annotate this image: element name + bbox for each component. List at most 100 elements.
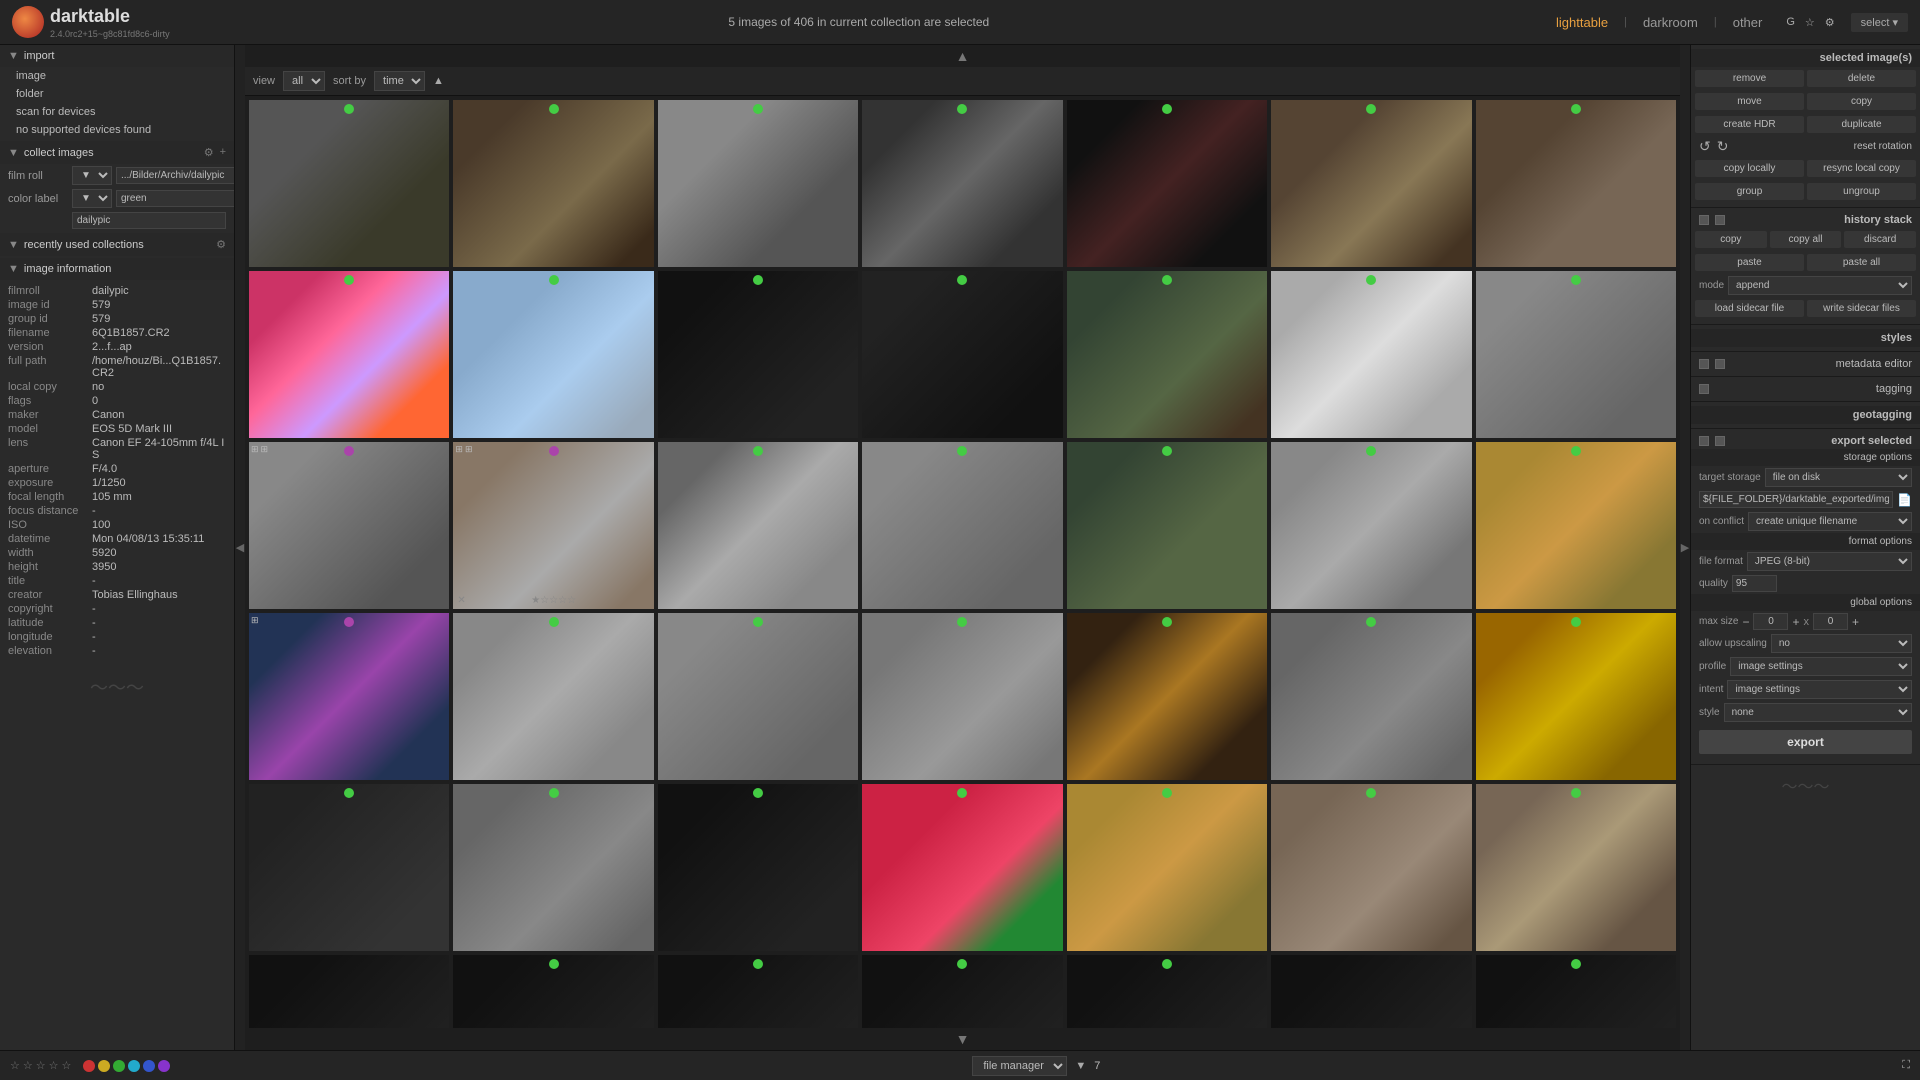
target-storage-select[interactable]: file on disk <box>1765 468 1912 487</box>
paste-button[interactable]: paste <box>1695 254 1804 271</box>
left-collapse-button[interactable]: ◀ <box>235 45 245 1050</box>
delete-button[interactable]: delete <box>1807 70 1916 87</box>
export-settings[interactable] <box>1715 436 1725 446</box>
rotate-cw-icon[interactable]: ↻ <box>1717 138 1729 155</box>
rotate-ccw-icon[interactable]: ↺ <box>1699 138 1711 155</box>
thumb-1[interactable] <box>249 100 449 267</box>
collect-filmroll-select[interactable]: ▼ <box>72 166 112 185</box>
thumb-19[interactable] <box>1067 442 1267 609</box>
max-size-h-input[interactable] <box>1813 613 1848 630</box>
tagging-title[interactable]: tagging <box>1715 383 1912 395</box>
dot-green[interactable] <box>113 1060 125 1072</box>
export-button[interactable]: export <box>1699 730 1912 754</box>
sort-select[interactable]: time <box>374 71 425 91</box>
thumb-7[interactable] <box>1476 100 1676 267</box>
thumb-11[interactable] <box>862 271 1062 438</box>
size-plus-h[interactable]: + <box>1852 615 1859 629</box>
import-image[interactable]: image <box>0 67 234 85</box>
collect-colorlabel-value[interactable] <box>116 190 235 207</box>
profile-select[interactable]: image settings <box>1730 657 1912 676</box>
style-select[interactable]: none <box>1724 703 1912 722</box>
ungroup-button[interactable]: ungroup <box>1807 183 1916 200</box>
max-size-w-input[interactable] <box>1753 613 1788 630</box>
thumb-42[interactable] <box>1476 955 1676 1028</box>
collect-dailypic-value[interactable] <box>72 212 226 229</box>
thumb-30[interactable] <box>453 784 653 951</box>
collect-section-header[interactable]: ▼ collect images ⚙ + <box>0 141 234 164</box>
thumb-40[interactable] <box>1067 955 1267 1028</box>
metadata-editor-title[interactable]: metadata editor <box>1731 358 1912 370</box>
fullscreen-icon[interactable]: ⛶ <box>1902 1059 1910 1072</box>
mode-select[interactable]: append <box>1728 276 1912 295</box>
quality-input[interactable] <box>1732 575 1777 592</box>
duplicate-button[interactable]: duplicate <box>1807 116 1916 133</box>
copy-button[interactable]: copy <box>1807 93 1916 110</box>
import-section-header[interactable]: ▼ import <box>0 45 234 67</box>
history-checkbox-2[interactable] <box>1715 215 1725 225</box>
intent-select[interactable]: image settings <box>1727 680 1912 699</box>
thumb-10[interactable] <box>658 271 858 438</box>
reset-rotation-label[interactable]: reset rotation <box>1734 141 1912 152</box>
thumb-29[interactable] <box>249 784 449 951</box>
recently-used-header[interactable]: ▼ recently used collections ⚙ <box>0 233 234 256</box>
thumb-37[interactable] <box>453 955 653 1028</box>
thumb-28[interactable] <box>1476 613 1676 780</box>
thumb-25[interactable] <box>862 613 1062 780</box>
resync-local-copy-button[interactable]: resync local copy <box>1807 160 1916 177</box>
write-sidecar-button[interactable]: write sidecar files <box>1807 300 1916 317</box>
thumb-31[interactable] <box>658 784 858 951</box>
thumb-5[interactable] <box>1067 100 1267 267</box>
thumb-12[interactable] <box>1067 271 1267 438</box>
dot-blue[interactable] <box>143 1060 155 1072</box>
thumb-32[interactable] <box>862 784 1062 951</box>
thumb-3[interactable] <box>658 100 858 267</box>
styles-title[interactable]: styles <box>1691 329 1920 347</box>
thumb-38[interactable] <box>658 955 858 1028</box>
thumb-16[interactable]: ⊞⊞ ✕ ★☆☆☆☆ <box>453 442 653 609</box>
tab-darkroom[interactable]: darkroom <box>1635 11 1706 34</box>
thumb-24[interactable] <box>658 613 858 780</box>
export-checkbox[interactable] <box>1699 436 1709 446</box>
paste-all-button[interactable]: paste all <box>1807 254 1916 271</box>
thumb-4[interactable] <box>862 100 1062 267</box>
thumb-13[interactable] <box>1271 271 1471 438</box>
google-icon[interactable]: G <box>1786 16 1795 29</box>
star-icon[interactable]: ☆ <box>1805 16 1815 29</box>
move-button[interactable]: move <box>1695 93 1804 110</box>
on-conflict-select[interactable]: create unique filename <box>1748 512 1912 531</box>
thumb-35[interactable] <box>1476 784 1676 951</box>
tab-other[interactable]: other <box>1725 11 1771 34</box>
right-collapse-button[interactable]: ▶ <box>1680 45 1690 1050</box>
star-1[interactable]: ☆ <box>10 1059 20 1072</box>
geotagging-title[interactable]: geotagging <box>1691 406 1920 424</box>
collect-filmroll-value[interactable] <box>116 167 235 184</box>
load-sidecar-button[interactable]: load sidecar file <box>1695 300 1804 317</box>
metadata-checkbox[interactable] <box>1699 359 1709 369</box>
thumb-18[interactable] <box>862 442 1062 609</box>
collect-settings-icon[interactable]: ⚙ <box>204 146 214 159</box>
copy-hist-button[interactable]: copy <box>1695 231 1767 248</box>
thumb-6[interactable] <box>1271 100 1471 267</box>
gear-icon[interactable]: ⚙ <box>1825 16 1835 29</box>
thumb-39[interactable] <box>862 955 1062 1028</box>
star-3[interactable]: ☆ <box>36 1059 46 1072</box>
thumb-2[interactable] <box>453 100 653 267</box>
size-minus-w[interactable]: − <box>1742 615 1749 629</box>
star-2[interactable]: ☆ <box>23 1059 33 1072</box>
thumb-34[interactable] <box>1271 784 1471 951</box>
dot-purple[interactable] <box>158 1060 170 1072</box>
metadata-settings[interactable] <box>1715 359 1725 369</box>
sort-arrow[interactable]: ▲ <box>433 75 444 87</box>
thumb-14[interactable] <box>1476 271 1676 438</box>
thumb-33[interactable] <box>1067 784 1267 951</box>
select-button[interactable]: select ▾ <box>1851 13 1908 32</box>
copy-locally-button[interactable]: copy locally <box>1695 160 1804 177</box>
discard-button[interactable]: discard <box>1844 231 1916 248</box>
history-checkbox-1[interactable] <box>1699 215 1709 225</box>
collect-add-icon[interactable]: + <box>220 146 226 159</box>
thumb-22[interactable]: ⊞ <box>249 613 449 780</box>
file-format-select[interactable]: JPEG (8-bit) <box>1747 552 1912 571</box>
recently-used-settings-icon[interactable]: ⚙ <box>216 238 226 251</box>
thumb-36[interactable] <box>249 955 449 1028</box>
allow-upscaling-select[interactable]: no <box>1771 634 1912 653</box>
